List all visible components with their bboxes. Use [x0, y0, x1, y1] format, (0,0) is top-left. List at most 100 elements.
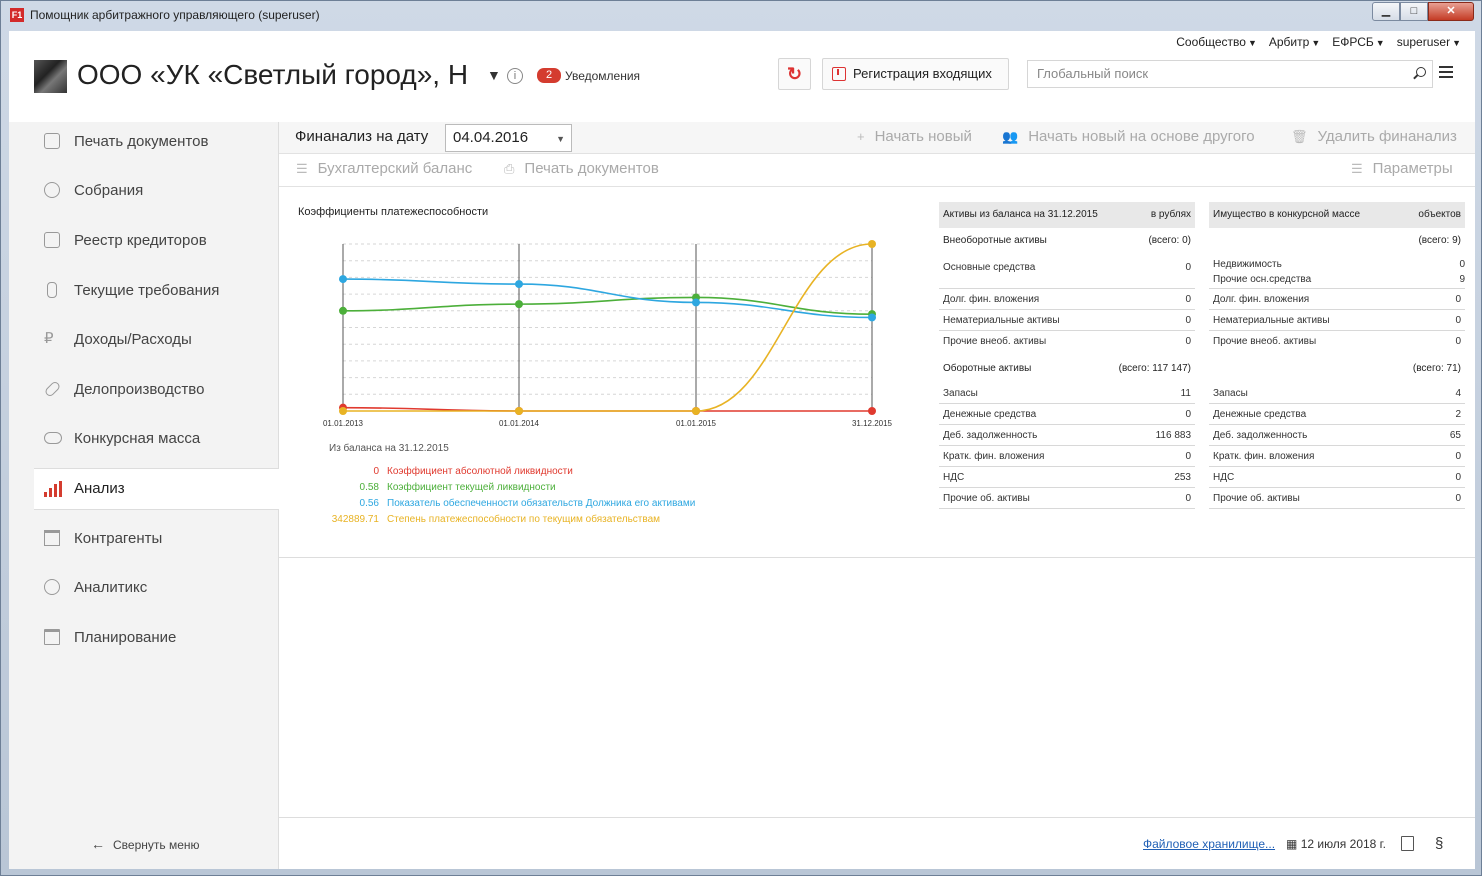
table-row: Нематериальные активы 0 — [939, 310, 1195, 331]
data-point — [868, 240, 876, 248]
table-row: Прочие внеоб. активы 0 — [1213, 336, 1461, 347]
property-table-header: Имущество в конкурсной массе объектов — [1209, 202, 1465, 228]
table-row: Долг. фин. вложения 0 — [1209, 289, 1465, 310]
sidebar-item-creditors-registry[interactable]: Реестр кредиторов — [34, 221, 279, 261]
printer-icon: ⎙ — [504, 161, 515, 176]
chevron-down-icon: ▼ — [1375, 38, 1385, 48]
sidebar-item-bankruptcy-estate[interactable]: Конкурсная масса — [34, 419, 279, 459]
info-icon[interactable]: i — [507, 68, 523, 84]
liquidity-chart: 01.01.2013 01.01.2014 01.01.2015 31.12.2015 — [323, 240, 893, 428]
close-button[interactable]: ✕ — [1428, 2, 1474, 21]
calendar-small-icon: ▦ — [1286, 837, 1298, 851]
trash-icon: 🗑 — [1291, 129, 1308, 144]
register-incoming-button[interactable]: Регистрация входящих — [822, 58, 1009, 90]
x-tick-label: 01.01.2013 — [323, 419, 364, 428]
assets-noncurrent-header: Внеоборотные активы (всего: 0) — [943, 235, 1191, 246]
balance-sheet-button[interactable]: ☰ Бухгалтерский баланс — [296, 160, 472, 177]
sidebar-item-current-claims[interactable]: Текущие требования — [34, 271, 279, 311]
chevron-down-icon: ▼ — [1452, 38, 1461, 48]
start-new-based-button[interactable]: 👥 Начать новый на основе другого — [1002, 128, 1255, 145]
chart-title: Коэффициенты платежеспособности — [298, 206, 489, 218]
property-table: Имущество в конкурсной массе объектов (вс… — [1209, 202, 1465, 509]
main-panel: Финанализ на дату 04.04.2016 ▼ + Начать но… — [279, 122, 1475, 869]
table-row: НДС 0 — [1209, 467, 1465, 488]
sidebar-item-analysis[interactable]: Анализ — [34, 468, 279, 510]
global-search-input[interactable]: Глобальный поиск — [1027, 60, 1433, 88]
finanalysis-date-select[interactable]: 04.04.2016 ▼ — [445, 124, 572, 152]
property-noncurrent-header: (всего: 9) — [1418, 235, 1461, 246]
sidebar-item-counterparties[interactable]: Контрагенты — [34, 519, 279, 559]
file-storage-link[interactable]: Файловое хранилище... — [1143, 837, 1275, 851]
notifications-link[interactable]: Уведомления — [565, 69, 640, 83]
sidebar-item-income-expenses[interactable]: ₽ Доходы/Расходы — [34, 320, 279, 360]
section-sign-icon[interactable]: § — [1435, 835, 1443, 852]
client-area: Сообщество ▼ Арбитр ▼ ЕФРСБ ▼ superuser ▼ ОО… — [9, 31, 1475, 869]
sidebar-item-print-documents[interactable]: Печать документов — [34, 122, 279, 162]
download-icon — [832, 67, 846, 81]
table-row: Кратк. фин. вложения 0 — [1209, 446, 1465, 467]
current-date: ▦ 12 июля 2018 г. — [1286, 837, 1386, 851]
analysis-content: 01.01.2013 01.01.2014 01.01.2015 31.12.2015… — [279, 188, 1475, 558]
menu-efrsb[interactable]: ЕФРСБ ▼ — [1332, 35, 1384, 49]
bottle-icon — [47, 282, 57, 298]
legend-source: Из баланса на 31.12.2015 — [329, 443, 449, 454]
table-row: НДС 253 — [939, 467, 1195, 488]
property-row-realty: Недвижимость 0 — [1213, 259, 1465, 270]
table-row: Кратк. фин. вложения 0 — [939, 446, 1195, 467]
table-row: Запасы 4 — [1209, 383, 1465, 404]
sidebar-item-meetings[interactable]: Собрания — [34, 171, 279, 211]
calculator-icon[interactable] — [1401, 836, 1414, 851]
print-documents-button[interactable]: ⎙ Печать документов — [504, 160, 659, 177]
data-point — [339, 275, 347, 284]
bar-chart-icon — [44, 481, 62, 497]
table-row: Недвижимость 0 Прочие осн.средства 9 — [1209, 253, 1465, 289]
search-placeholder: Глобальный поиск — [1037, 66, 1149, 81]
menu-community[interactable]: Сообщество ▼ — [1176, 35, 1257, 49]
data-point — [339, 306, 347, 315]
sidebar-item-planning[interactable]: Планирование — [34, 618, 279, 658]
delete-finanalysis-button[interactable]: 🗑 Удалить финанализ — [1291, 128, 1457, 145]
minimize-button[interactable]: ▁ — [1372, 2, 1400, 21]
report-toolbar: ☰ Бухгалтерский баланс ⎙ Печать документов… — [279, 155, 1475, 187]
table-row: Нематериальные активы 0 — [1209, 310, 1465, 331]
start-new-button[interactable]: + Начать новый — [857, 128, 972, 145]
sidebar-item-record-keeping[interactable]: Делопроизводство — [34, 370, 279, 410]
company-dropdown-icon[interactable]: ▼ — [487, 67, 501, 83]
window-title: Помощник арбитражного управляющего (supe… — [30, 8, 320, 22]
calendar-icon — [44, 629, 60, 645]
legend-item-absolute-liquidity: 0 Коэффициент абсолютной ликвидности — [373, 466, 573, 477]
register-incoming-label: Регистрация входящих — [853, 66, 992, 81]
menu-user[interactable]: superuser ▼ — [1397, 35, 1461, 49]
data-point — [339, 407, 347, 415]
status-bar: Файловое хранилище... ▦ 12 июля 2018 г. … — [279, 817, 1475, 869]
users-icon: 👥 — [1002, 129, 1019, 144]
table-row: Деб. задолженность 65 — [1209, 425, 1465, 446]
refresh-icon: ↻ — [786, 64, 803, 84]
sidebar: Печать документов Собрания Реестр кредит… — [9, 122, 279, 869]
gauge-icon — [44, 579, 60, 595]
hamburger-menu-icon[interactable] — [1439, 66, 1453, 78]
finanalysis-toolbar: Финанализ на дату 04.04.2016 ▼ + Начать но… — [279, 122, 1475, 154]
data-point — [515, 407, 523, 415]
notification-count-badge[interactable]: 2 — [537, 68, 561, 83]
company-name[interactable]: ООО «УК «Светлый город», Н — [77, 59, 468, 91]
maximize-button[interactable]: □ — [1400, 2, 1428, 21]
id-card-icon — [44, 232, 60, 248]
collapse-menu-button[interactable]: ← Свернуть меню — [91, 836, 200, 852]
app-logo-icon: F1 — [10, 8, 24, 22]
table-row: Денежные средства 2 — [1209, 404, 1465, 425]
chevron-down-icon: ▼ — [1311, 38, 1321, 48]
finanalysis-date-label: Финанализ на дату — [295, 128, 429, 145]
refresh-button[interactable]: ↻ — [778, 58, 811, 90]
table-row: Прочие внеоб. активы 0 — [943, 336, 1191, 347]
sidebar-item-analytics[interactable]: Аналитикс — [34, 568, 279, 608]
top-menu: Сообщество ▼ Арбитр ▼ ЕФРСБ ▼ superuser ▼ — [1176, 35, 1461, 49]
search-icon[interactable] — [1416, 67, 1426, 77]
property-row-other-fixed: Прочие осн.средства 9 — [1213, 274, 1465, 285]
parameters-button[interactable]: ☰ Параметры — [1351, 160, 1453, 177]
plus-icon: + — [857, 129, 865, 144]
company-header: ООО «УК «Светлый город», Н ▼ i 2 Уведомл… — [9, 57, 1475, 117]
dropdown-arrow-icon: ▼ — [556, 134, 565, 144]
menu-arbiter[interactable]: Арбитр ▼ — [1269, 35, 1320, 49]
data-point — [515, 280, 523, 289]
